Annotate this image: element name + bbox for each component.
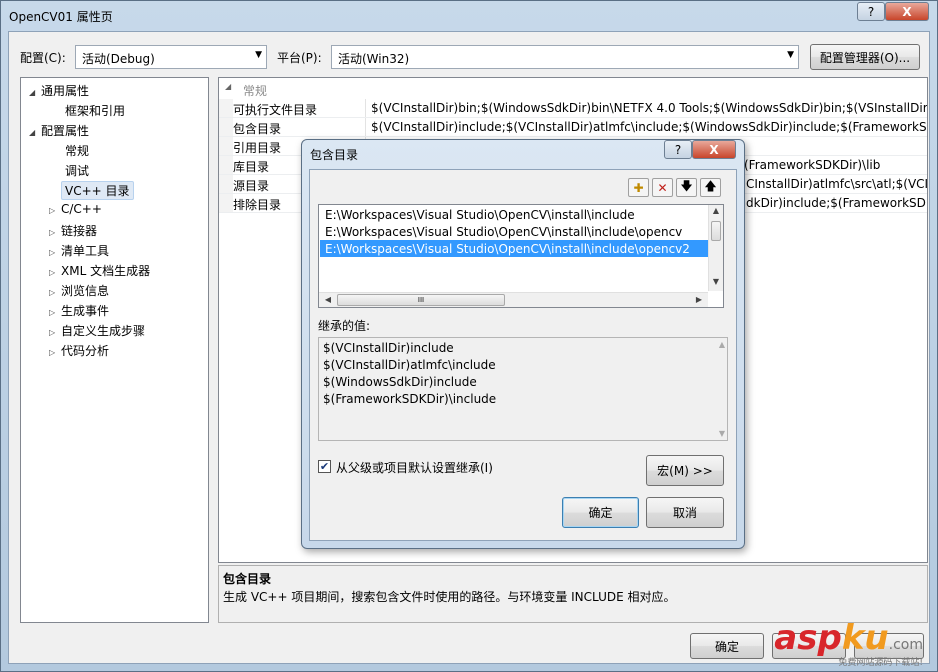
description-pane: 包含目录 生成 VC++ 项目期间，搜索包含文件时使用的路径。与环境变量 INC…	[218, 565, 928, 623]
window-title: OpenCV01 属性页	[9, 10, 113, 24]
config-manager-button[interactable]: 配置管理器(O)...	[810, 44, 920, 70]
scroll-thumb[interactable]: III	[337, 294, 505, 306]
macro-button[interactable]: 宏(M) >>	[646, 455, 724, 486]
tree-item-xml-doc-generator[interactable]: ▷ XML 文档生成器	[49, 262, 150, 279]
collapsed-icon[interactable]: ▷	[49, 348, 61, 357]
watermark-asp: asp	[774, 618, 842, 658]
dialog-ok-button[interactable]: 确定	[562, 497, 639, 528]
scroll-down-icon[interactable]: ▼	[709, 277, 723, 286]
platform-value: 活动(Win32)	[338, 52, 410, 66]
horizontal-scrollbar[interactable]: ◀ III ▶	[319, 292, 708, 307]
grid-category[interactable]: ◢ 常规	[219, 80, 927, 99]
move-down-button[interactable]: 🡇	[676, 178, 697, 197]
arrow-down-icon: 🡇	[680, 179, 693, 193]
tree-item-custom-build-step[interactable]: ▷ 自定义生成步骤	[49, 322, 145, 339]
tree-item-config-properties[interactable]: ◢ 配置属性	[29, 122, 89, 139]
expanded-icon[interactable]: ◢	[29, 128, 41, 137]
tree-item-manifest-tool[interactable]: ▷ 清单工具	[49, 242, 109, 259]
tree-item-linker[interactable]: ▷ 链接器	[49, 222, 97, 239]
property-tree: ◢ 通用属性 框架和引用 ◢ 配置属性 常规 调试 VC++ 目录 ▷ C/C++ ▷…	[20, 77, 209, 623]
config-manager-label: 配置管理器(O)...	[819, 50, 911, 65]
scroll-thumb[interactable]	[711, 221, 721, 241]
description-text: 生成 VC++ 项目期间，搜索包含文件时使用的路径。与环境变量 INCLUDE …	[223, 590, 676, 604]
directory-list[interactable]: E:\Workspaces\Visual Studio\OpenCV\insta…	[318, 204, 724, 308]
config-label: 配置(C):	[20, 51, 66, 65]
tree-item-cpp[interactable]: ▷ C/C++	[49, 202, 102, 216]
help-button[interactable]: ?	[857, 2, 885, 21]
move-up-button[interactable]: 🡅	[700, 178, 721, 197]
description-title: 包含目录	[223, 572, 272, 586]
close-icon: X	[709, 142, 719, 157]
platform-dropdown[interactable]: 活动(Win32) ▼	[331, 45, 799, 69]
chevron-down-icon: ▼	[255, 50, 262, 60]
chevron-down-icon: ▼	[787, 50, 794, 60]
scroll-left-icon[interactable]: ◀	[321, 295, 335, 304]
tree-item-build-events[interactable]: ▷ 生成事件	[49, 302, 109, 319]
help-icon: ?	[674, 142, 682, 157]
config-dropdown[interactable]: 活动(Debug) ▼	[75, 45, 267, 69]
watermark: aspku.com 免费网站源码下载站!	[774, 621, 923, 668]
collapsed-icon[interactable]: ▷	[49, 248, 61, 257]
macro-label: 宏(M) >>	[657, 464, 713, 478]
scroll-right-icon[interactable]: ▶	[692, 295, 706, 304]
inherited-item: $(VCInstallDir)include	[323, 341, 454, 355]
new-line-button[interactable]: ✚	[628, 178, 649, 197]
inherited-item: $(FrameworkSDKDir)\include	[323, 392, 497, 406]
help-icon: ?	[867, 4, 875, 19]
dialog-help-button[interactable]: ?	[664, 140, 692, 159]
grid-row[interactable]: 包含目录 $(VCInstallDir)include;$(VCInstallDi…	[219, 118, 927, 137]
dialog-title: 包含目录	[310, 148, 359, 162]
checkmark-icon: ✔	[319, 460, 330, 473]
scroll-down-icon[interactable]: ▼	[719, 429, 725, 438]
inherited-values-box: $(VCInstallDir)include $(VCInstallDir)at…	[318, 337, 728, 441]
delete-button[interactable]: ✕	[652, 178, 673, 197]
list-item[interactable]: E:\Workspaces\Visual Studio\OpenCV\insta…	[320, 206, 708, 223]
platform-label: 平台(P):	[277, 51, 322, 65]
tree-item-code-analysis[interactable]: ▷ 代码分析	[49, 342, 109, 359]
inherited-values-label: 继承的值:	[318, 319, 371, 333]
watermark-ku: ku	[841, 618, 889, 658]
collapsed-icon[interactable]: ▷	[49, 228, 61, 237]
ok-button[interactable]: 确定	[690, 633, 764, 659]
ok-label: 确定	[714, 639, 739, 654]
collapsed-icon[interactable]: ▷	[49, 288, 61, 297]
close-icon: X	[902, 4, 912, 19]
close-button[interactable]: X	[885, 2, 929, 21]
watermark-com: .com	[888, 637, 923, 653]
config-value: 活动(Debug)	[82, 52, 155, 66]
tree-item-general[interactable]: 常规	[65, 142, 89, 159]
tree-item-debugging[interactable]: 调试	[65, 162, 89, 179]
inherited-item: $(WindowsSdkDir)include	[323, 375, 477, 389]
delete-icon: ✕	[657, 180, 668, 195]
grid-row[interactable]: 可执行文件目录 $(VCInstallDir)bin;$(WindowsSdkDi…	[219, 99, 927, 118]
inherited-item: $(VCInstallDir)atlmfc\include	[323, 358, 496, 372]
grid-category-label: 常规	[243, 84, 268, 98]
tree-item-common-properties[interactable]: ◢ 通用属性	[29, 82, 89, 99]
inherit-checkbox-label[interactable]: 从父级或项目默认设置继承(I)	[336, 459, 493, 476]
include-directories-dialog: 包含目录 ? X ✚ ✕ 🡇 🡅 E:\Workspaces\Visual St…	[301, 139, 745, 549]
dialog-cancel-label: 取消	[672, 506, 697, 520]
arrow-up-icon: 🡅	[704, 179, 717, 193]
list-item[interactable]: E:\Workspaces\Visual Studio\OpenCV\insta…	[320, 223, 708, 240]
expanded-icon[interactable]: ◢	[225, 82, 231, 91]
collapsed-icon[interactable]: ▷	[49, 268, 61, 277]
collapsed-icon[interactable]: ▷	[49, 308, 61, 317]
tree-item-framework-references[interactable]: 框架和引用	[65, 102, 125, 119]
expanded-icon[interactable]: ◢	[29, 88, 41, 97]
dialog-close-button[interactable]: X	[692, 140, 736, 159]
dialog-client: ✚ ✕ 🡇 🡅 E:\Workspaces\Visual Studio\Open…	[309, 169, 737, 541]
tree-item-browse-info[interactable]: ▷ 浏览信息	[49, 282, 109, 299]
new-folder-icon: ✚	[633, 180, 644, 195]
dialog-ok-label: 确定	[588, 506, 613, 520]
collapsed-icon[interactable]: ▷	[49, 206, 61, 215]
scroll-up-icon[interactable]: ▲	[719, 340, 725, 349]
inherit-checkbox[interactable]: ✔	[318, 460, 331, 473]
dialog-cancel-button[interactable]: 取消	[646, 497, 724, 528]
vertical-scrollbar[interactable]: ▲ ▼	[708, 205, 723, 291]
collapsed-icon[interactable]: ▷	[49, 328, 61, 337]
tree-item-vc-directories[interactable]: VC++ 目录	[61, 181, 134, 200]
list-item[interactable]: E:\Workspaces\Visual Studio\OpenCV\insta…	[320, 240, 708, 257]
title-bar: OpenCV01 属性页 ? X	[1, 1, 937, 31]
scroll-up-icon[interactable]: ▲	[709, 206, 723, 215]
